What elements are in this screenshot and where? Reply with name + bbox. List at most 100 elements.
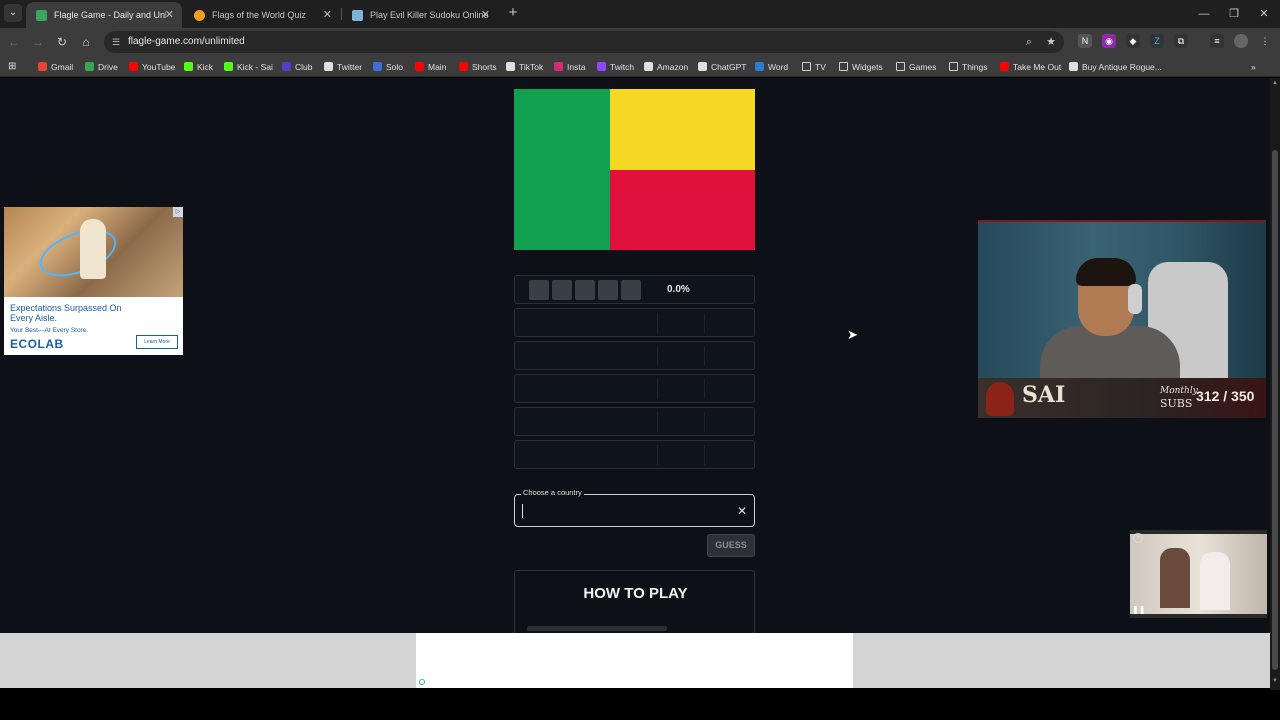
bottom-ad-banner[interactable] xyxy=(0,633,1270,688)
minimize-icon[interactable]: — xyxy=(1189,0,1219,28)
x-icon xyxy=(324,62,333,71)
country-input[interactable]: Choose a country ✕ xyxy=(514,488,755,527)
bookmark-label: Twitch xyxy=(610,61,635,72)
scroll-down-icon[interactable]: ▼ xyxy=(1271,678,1279,686)
streamer-webcam: SAI Monthly SUBS 312 / 350 xyxy=(978,220,1266,418)
instructions-text xyxy=(527,626,667,631)
tile-square xyxy=(598,280,618,300)
bookmark-star-icon[interactable]: ★ xyxy=(1044,35,1058,49)
zoom-icon[interactable]: ⌕ xyxy=(1022,35,1036,49)
browser-toolbar: ← → ↻ ⌂ ☰ flagle-game.com/unlimited ⌕ ★ … xyxy=(0,28,1280,56)
close-tab-icon[interactable]: ✕ xyxy=(481,8,490,21)
tile-square xyxy=(552,280,572,300)
bookmark-twitter[interactable]: Twitter xyxy=(324,60,362,73)
bookmark-label: Word xyxy=(768,61,789,72)
ad-choices-icon[interactable]: ▷ xyxy=(173,207,183,217)
bookmark-insta[interactable]: Insta xyxy=(554,60,585,73)
text-caret xyxy=(522,504,523,518)
bookmark-label: Games xyxy=(909,61,937,72)
bookmark-widgets[interactable]: Widgets xyxy=(839,60,883,73)
tile-square xyxy=(529,280,549,300)
bookmark-drive[interactable]: Drive xyxy=(85,60,118,73)
bookmark-tiktok[interactable]: TikTok xyxy=(506,60,543,73)
extension-z-icon[interactable]: Z xyxy=(1150,34,1164,48)
twitch-icon xyxy=(597,62,606,71)
bookmark-kick[interactable]: Kick xyxy=(184,60,213,73)
extension-n-icon[interactable]: N xyxy=(1078,34,1092,48)
extension-diamond-icon[interactable]: ◆ xyxy=(1126,34,1140,48)
bookmark-club[interactable]: Club xyxy=(282,60,312,73)
instagram-icon xyxy=(554,62,563,71)
floating-video-player[interactable]: ✕ ❚❚ xyxy=(1130,530,1267,618)
bookmark-youtube[interactable]: YouTube xyxy=(129,60,175,73)
menu-kebab-icon[interactable]: ⋮ xyxy=(1258,34,1272,48)
bookmark-tv[interactable]: TV xyxy=(802,60,826,73)
bookmark-shorts[interactable]: Shorts xyxy=(459,60,497,73)
scroll-up-icon[interactable]: ▲ xyxy=(1271,80,1279,88)
bookmark-label: Main xyxy=(428,61,447,72)
tab-sudoku[interactable]: Play Evil Killer Sudoku Online ✕ xyxy=(342,2,498,28)
address-bar[interactable]: ☰ flagle-game.com/unlimited ⌕ ★ xyxy=(104,31,1064,53)
ad-brand-logo: ECOLAB xyxy=(10,337,64,351)
ecolab-ad[interactable]: ▷ Expectations Surpassed On Every Aisle.… xyxy=(4,207,183,355)
bookmark-label: Kick - Sai xyxy=(237,61,273,72)
close-video-icon[interactable]: ✕ xyxy=(1133,533,1143,543)
new-tab-button[interactable]: + xyxy=(504,4,522,22)
bookmark-twitch[interactable]: Twitch xyxy=(597,60,634,73)
site-info-icon[interactable]: ☰ xyxy=(112,36,124,48)
folder-icon xyxy=(839,62,848,71)
bookmark-label: Amazon xyxy=(657,61,689,72)
monthly-label: Monthly xyxy=(1160,386,1198,396)
bookmark-games[interactable]: Games xyxy=(896,60,936,73)
word-icon xyxy=(755,62,764,71)
reload-icon[interactable]: ↻ xyxy=(53,33,71,51)
more-bookmarks-icon[interactable]: » xyxy=(1251,60,1256,73)
profile-avatar-icon[interactable] xyxy=(1234,34,1248,48)
bottom-ad-creative[interactable] xyxy=(416,633,853,688)
bookmark-label: Club xyxy=(295,61,313,72)
apps-grid-icon[interactable]: ⊞ xyxy=(8,60,16,73)
tab-flagle[interactable]: Flagle Game - Daily and Unlimited ✕ xyxy=(26,2,182,28)
sudoku-favicon-icon xyxy=(352,9,363,21)
bookmark-amazon[interactable]: Amazon xyxy=(644,60,688,73)
bookmark-take-me-out[interactable]: Take Me Out xyxy=(1000,60,1061,73)
clear-icon[interactable]: ✕ xyxy=(737,504,747,518)
bookmark-things[interactable]: Things xyxy=(949,60,988,73)
bookmark-solo[interactable]: Solo xyxy=(373,60,403,73)
extensions-puzzle-icon[interactable]: ⧉ xyxy=(1174,34,1188,48)
guess-row xyxy=(514,341,755,370)
forward-icon[interactable]: → xyxy=(29,33,47,51)
home-icon[interactable]: ⌂ xyxy=(77,33,95,51)
bookmark-label: Solo xyxy=(386,61,404,72)
amazon-icon xyxy=(644,62,653,71)
bookmark-word[interactable]: Word xyxy=(755,60,788,73)
bookmark-buy-antique-rogue[interactable]: Buy Antique Rogue... xyxy=(1069,60,1162,73)
media-control-icon[interactable]: ≡ xyxy=(1210,34,1224,48)
extension-purple-icon[interactable]: ◉ xyxy=(1102,34,1116,48)
restore-icon[interactable]: ❐ xyxy=(1219,0,1249,28)
close-window-icon[interactable]: ✕ xyxy=(1249,0,1279,28)
bookmark-chatgpt[interactable]: ChatGPT xyxy=(698,60,746,73)
kick-icon xyxy=(224,62,233,71)
close-tab-icon[interactable]: ✕ xyxy=(165,8,174,21)
bookmark-label: Kick xyxy=(197,61,214,72)
tab-search-button[interactable]: ⌄ xyxy=(4,4,22,22)
guess-row xyxy=(514,308,755,337)
guess-row xyxy=(514,440,755,469)
how-to-play-panel: HOW TO PLAY xyxy=(514,570,755,633)
tab-title: Flagle Game - Daily and Unlimited xyxy=(54,10,166,20)
chatgpt-icon xyxy=(698,62,707,71)
back-icon[interactable]: ← xyxy=(5,33,23,51)
pause-icon[interactable]: ❚❚ xyxy=(1132,605,1145,614)
kick-icon xyxy=(184,62,193,71)
tab-flags-quiz[interactable]: Flags of the World Quiz ✕ xyxy=(184,2,340,28)
ad-learn-more-button[interactable]: Learn More xyxy=(136,335,178,349)
bookmark-label: Drive xyxy=(98,61,118,72)
scrollbar-thumb[interactable] xyxy=(1272,150,1278,670)
bookmark-main[interactable]: Main xyxy=(415,60,446,73)
bookmark-kick-sai[interactable]: Kick - Sai xyxy=(224,60,273,73)
youtube-icon xyxy=(1000,62,1009,71)
close-tab-icon[interactable]: ✕ xyxy=(323,8,332,21)
bookmark-gmail[interactable]: Gmail xyxy=(38,60,73,73)
guess-button[interactable]: GUESS xyxy=(707,534,755,557)
